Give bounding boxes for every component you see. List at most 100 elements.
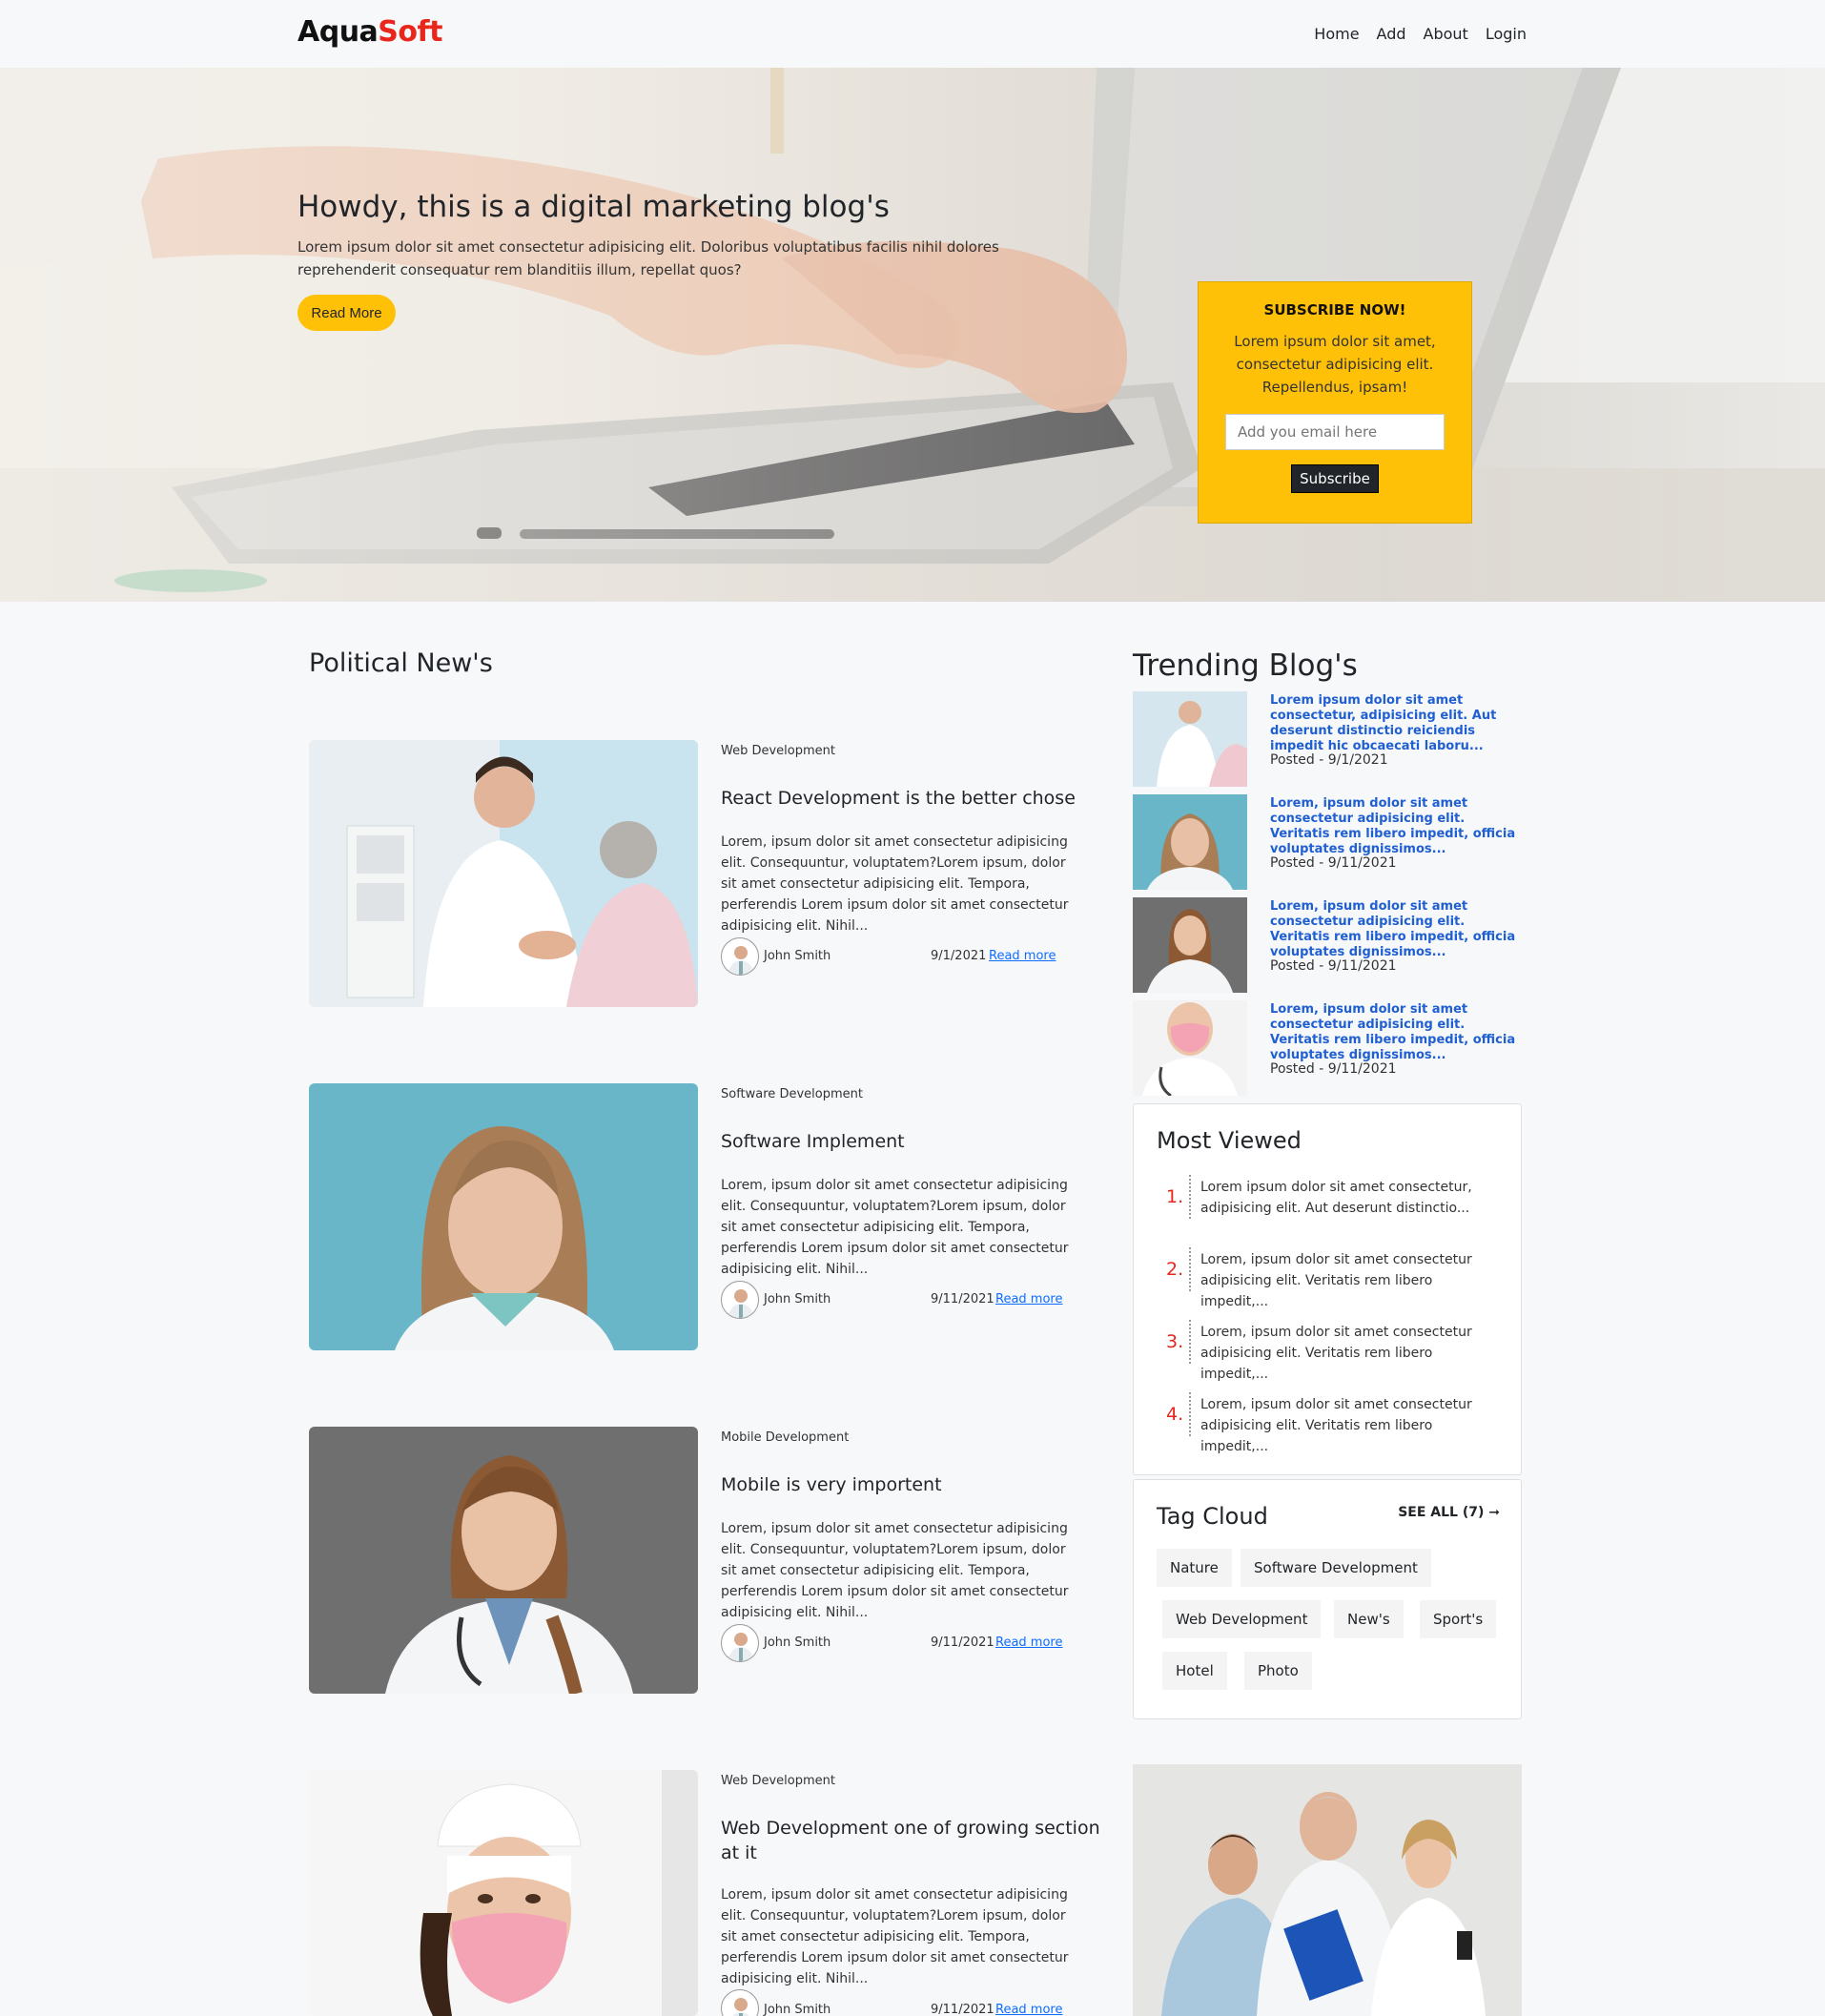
post-card: Web Development React Development is the… [309,740,1110,1007]
tag-photo[interactable]: Photo [1244,1652,1312,1690]
email-input[interactable] [1225,414,1445,450]
trending-thumbnail [1133,897,1247,993]
post-title[interactable]: Web Development one of growing section a… [721,1816,1112,1865]
most-viewed-text: Lorem, ipsum dolor sit amet consectetur … [1200,1397,1472,1454]
post-category: Mobile Development [721,1430,850,1445]
avatar [721,937,759,976]
post-excerpt: Lorem, ipsum dolor sit amet consectetur … [721,1887,1069,1986]
read-more-link[interactable]: Read more [995,1292,1062,1306]
most-viewed-item[interactable]: 4. Lorem, ipsum dolor sit amet consectet… [1157,1392,1500,1454]
subscribe-title: SUBSCRIBE NOW! [1263,301,1406,319]
avatar [721,1989,759,2016]
tag-web-development[interactable]: Web Development [1162,1600,1322,1638]
tag-news[interactable]: New's [1334,1600,1404,1638]
divider [1189,1392,1191,1436]
avatar [721,1624,759,1662]
post-category: Web Development [721,1774,835,1788]
most-viewed-item[interactable]: 3. Lorem, ipsum dolor sit amet consectet… [1157,1320,1500,1382]
read-more-button[interactable]: Read More [297,295,396,331]
post-image[interactable] [309,1083,698,1350]
doctors-team-image [1133,1764,1522,2016]
rank-number: 1. [1166,1186,1184,1207]
most-viewed-text: Lorem ipsum dolor sit amet consectetur, … [1200,1180,1472,1216]
nav-login[interactable]: Login [1486,25,1527,43]
nav-links: Home Add About Login [1314,25,1527,43]
trending-title: Trending Blog's [1133,648,1358,683]
most-viewed-text: Lorem, ipsum dolor sit amet consectetur … [1200,1252,1472,1309]
trending-text: Lorem, ipsum dolor sit amet consectetur … [1270,796,1516,856]
divider [1189,1247,1191,1291]
post-excerpt: Lorem, ipsum dolor sit amet consectetur … [721,1178,1069,1277]
trending-item[interactable]: Lorem, ipsum dolor sit amet consectetur … [1133,897,1524,993]
post-category: Software Development [721,1087,863,1101]
most-viewed-item[interactable]: 2. Lorem, ipsum dolor sit amet consectet… [1157,1247,1500,1309]
post-card: Software Development Software Implement … [309,1083,1110,1350]
post-image[interactable] [309,1770,698,2016]
subscribe-text: Lorem ipsum dolor sit amet, consectetur … [1234,333,1436,396]
divider [1189,1320,1191,1364]
most-viewed-text: Lorem, ipsum dolor sit amet consectetur … [1200,1325,1472,1382]
most-viewed-card: Most Viewed 1. Lorem ipsum dolor sit ame… [1133,1103,1522,1475]
trending-item[interactable]: Lorem, ipsum dolor sit amet consectetur … [1133,794,1524,890]
most-viewed-item[interactable]: 1. Lorem ipsum dolor sit amet consectetu… [1157,1175,1500,1219]
rank-number: 4. [1166,1404,1184,1425]
rank-number: 3. [1166,1331,1184,1352]
brand-part1: Aqua [297,15,379,49]
post-excerpt: Lorem, ipsum dolor sit amet consectetur … [721,834,1069,934]
post-excerpt: Lorem, ipsum dolor sit amet consectetur … [721,1521,1069,1620]
post-title[interactable]: Mobile is very importent [721,1472,1112,1497]
trending-thumbnail [1133,794,1247,890]
rank-number: 2. [1166,1259,1184,1280]
post-date: 9/11/2021 [931,1635,995,1650]
tag-software-development[interactable]: Software Development [1241,1549,1431,1587]
avatar [721,1281,759,1319]
post-card: Mobile Development Mobile is very import… [309,1427,1110,1694]
post-category: Web Development [721,744,835,758]
hero-text: Lorem ipsum dolor sit amet consectetur a… [297,238,999,278]
trending-thumbnail [1133,1000,1247,1096]
subscribe-box: SUBSCRIBE NOW! Lorem ipsum dolor sit ame… [1198,281,1472,524]
tag-hotel[interactable]: Hotel [1162,1652,1227,1690]
post-title[interactable]: React Development is the better chose [721,786,1112,811]
tag-cloud-title: Tag Cloud [1157,1503,1268,1530]
post-date: 9/1/2021 [931,949,987,963]
trending-item[interactable]: Lorem, ipsum dolor sit amet consectetur … [1133,1000,1524,1096]
hero-background-image [0,68,1825,602]
subscribe-button[interactable]: Subscribe [1291,464,1379,493]
nav-add[interactable]: Add [1377,25,1406,43]
post-author: John Smith [764,1292,831,1306]
hero-banner: Howdy, this is a digital marketing blog'… [0,68,1825,602]
post-author: John Smith [764,949,831,963]
brand-part2: Soft [378,15,442,49]
tag-nature[interactable]: Nature [1157,1549,1232,1587]
read-more-link[interactable]: Read more [989,949,1056,963]
trending-text: Lorem, ipsum dolor sit amet consectetur … [1270,1002,1516,1062]
post-date: 9/11/2021 [931,2003,995,2016]
trending-text: Lorem ipsum dolor sit amet consectetur, … [1270,693,1497,753]
navbar: AquaSoft Home Add About Login [0,0,1825,68]
post-image[interactable] [309,740,698,1007]
nav-home[interactable]: Home [1314,25,1359,43]
trending-thumbnail [1133,691,1247,787]
hero-title: Howdy, this is a digital marketing blog'… [297,190,890,224]
trending-date: Posted - 9/11/2021 [1270,1061,1397,1077]
divider [1189,1175,1191,1219]
post-author: John Smith [764,2003,831,2016]
section-title: Political New's [309,648,493,678]
trending-date: Posted - 9/11/2021 [1270,855,1397,871]
trending-date: Posted - 9/11/2021 [1270,958,1397,974]
post-card: Web Development Web Development one of g… [309,1770,1110,2016]
read-more-link[interactable]: Read more [995,1635,1062,1650]
trending-text: Lorem, ipsum dolor sit amet consectetur … [1270,899,1516,959]
see-all-link[interactable]: SEE ALL (7) ➞ [1398,1505,1500,1520]
post-author: John Smith [764,1635,831,1650]
tag-sports[interactable]: Sport's [1420,1600,1497,1638]
post-title[interactable]: Software Implement [721,1129,1112,1154]
trending-item[interactable]: Lorem ipsum dolor sit amet consectetur, … [1133,691,1524,787]
read-more-link[interactable]: Read more [995,2003,1062,2016]
post-image[interactable] [309,1427,698,1694]
nav-about[interactable]: About [1424,25,1468,43]
post-date: 9/11/2021 [931,1292,995,1306]
brand-logo[interactable]: AquaSoft [297,15,442,49]
trending-date: Posted - 9/1/2021 [1270,752,1388,768]
